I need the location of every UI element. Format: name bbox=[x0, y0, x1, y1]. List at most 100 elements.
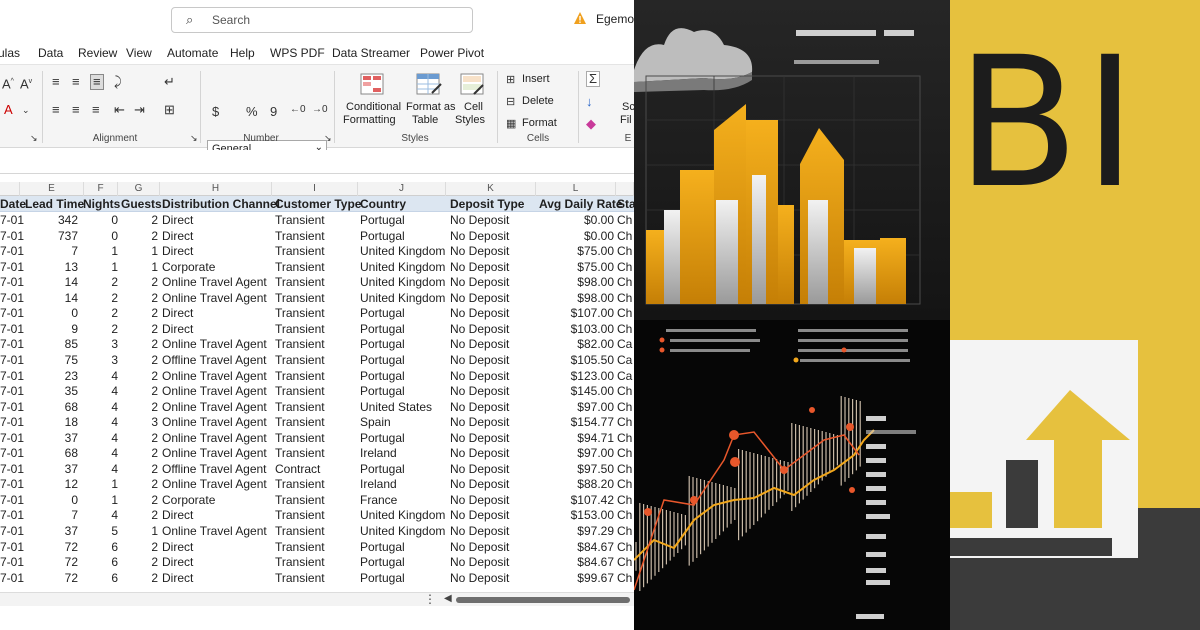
orientation-icon[interactable]: ⤸ bbox=[114, 75, 122, 89]
cell-customer-type[interactable]: Transient bbox=[275, 571, 355, 586]
cell-customer-type[interactable]: Transient bbox=[275, 275, 355, 290]
cell-guests[interactable]: 2 bbox=[118, 493, 158, 508]
cell-customer-type[interactable]: Transient bbox=[275, 229, 355, 244]
cell-distribution-channel[interactable]: Direct bbox=[162, 508, 272, 523]
cell-distribution-channel[interactable]: Online Travel Agent bbox=[162, 369, 272, 384]
cell-lead-time[interactable]: 12 bbox=[20, 477, 78, 492]
cell-lead-time[interactable]: 7 bbox=[20, 244, 78, 259]
decrease-decimal-icon[interactable]: →0 bbox=[312, 103, 328, 117]
cell-country[interactable]: Portugal bbox=[360, 462, 446, 477]
column-header[interactable]: L bbox=[536, 182, 616, 196]
cell-status[interactable]: Ch bbox=[617, 244, 634, 259]
format-as-table-label[interactable]: Table bbox=[412, 114, 438, 127]
delete-cells-label[interactable]: Delete bbox=[522, 95, 554, 108]
cell-date[interactable]: 7-01 bbox=[0, 369, 24, 384]
cell-guests[interactable]: 1 bbox=[118, 260, 158, 275]
cell-distribution-channel[interactable]: Online Travel Agent bbox=[162, 524, 272, 539]
more-options-icon[interactable]: ⋮ bbox=[424, 592, 436, 606]
cell-avg-daily-rate[interactable]: $99.67 bbox=[536, 571, 614, 586]
cell-distribution-channel[interactable]: Direct bbox=[162, 229, 272, 244]
cell-date[interactable]: 7-01 bbox=[0, 260, 24, 275]
cell-status[interactable]: Ch bbox=[617, 571, 634, 586]
header-deposit-type[interactable]: Deposit Type bbox=[450, 197, 524, 211]
cell-distribution-channel[interactable]: Online Travel Agent bbox=[162, 446, 272, 461]
cell-deposit-type[interactable]: No Deposit bbox=[450, 337, 536, 352]
dialog-launcher-icon[interactable]: ↘ bbox=[30, 131, 38, 145]
column-header[interactable]: J bbox=[358, 182, 446, 196]
conditional-formatting-label[interactable]: Formatting bbox=[343, 114, 396, 127]
table-row[interactable]: 7-01 85 3 2 Online Travel Agent Transient Port… bbox=[0, 337, 634, 353]
cell-date[interactable]: 7-01 bbox=[0, 353, 24, 368]
header-status[interactable]: Sta bbox=[617, 197, 634, 211]
header-date[interactable]: Date bbox=[0, 197, 26, 211]
cell-guests[interactable]: 2 bbox=[118, 462, 158, 477]
cell-nights[interactable]: 2 bbox=[84, 322, 118, 337]
cell-avg-daily-rate[interactable]: $82.00 bbox=[536, 337, 614, 352]
insert-cells-label[interactable]: Insert bbox=[522, 73, 550, 86]
chevron-down-icon[interactable]: ⌄ bbox=[22, 103, 30, 117]
table-row[interactable]: 7-01 37 4 2 Offline Travel Agent Contract Port… bbox=[0, 462, 634, 478]
cell-status[interactable]: Ch bbox=[617, 555, 634, 570]
cell-customer-type[interactable]: Transient bbox=[275, 306, 355, 321]
cell-status[interactable]: Ch bbox=[617, 229, 634, 244]
cell-deposit-type[interactable]: No Deposit bbox=[450, 571, 536, 586]
tab-data[interactable]: Data bbox=[38, 46, 63, 60]
cell-deposit-type[interactable]: No Deposit bbox=[450, 260, 536, 275]
font-color-icon[interactable]: A bbox=[4, 103, 13, 117]
cell-deposit-type[interactable]: No Deposit bbox=[450, 555, 536, 570]
format-cells-label[interactable]: Format bbox=[522, 117, 557, 130]
cell-lead-time[interactable]: 737 bbox=[20, 229, 78, 244]
scroll-left-icon[interactable]: ◀ bbox=[444, 593, 452, 604]
cell-customer-type[interactable]: Transient bbox=[275, 431, 355, 446]
cell-deposit-type[interactable]: No Deposit bbox=[450, 415, 536, 430]
header-customer-type[interactable]: Customer Type bbox=[275, 197, 361, 211]
cell-nights[interactable]: 4 bbox=[84, 431, 118, 446]
cell-avg-daily-rate[interactable]: $123.00 bbox=[536, 369, 614, 384]
cell-nights[interactable]: 6 bbox=[84, 555, 118, 570]
cell-lead-time[interactable]: 72 bbox=[20, 540, 78, 555]
currency-icon[interactable]: $ bbox=[212, 105, 219, 119]
cell-lead-time[interactable]: 342 bbox=[20, 213, 78, 228]
cell-date[interactable]: 7-01 bbox=[0, 400, 24, 415]
cell-guests[interactable]: 2 bbox=[118, 275, 158, 290]
cell-status[interactable]: Ch bbox=[617, 508, 634, 523]
cell-guests[interactable]: 2 bbox=[118, 229, 158, 244]
increase-indent-icon[interactable]: ⇥ bbox=[134, 103, 145, 117]
cell-avg-daily-rate[interactable]: $97.50 bbox=[536, 462, 614, 477]
tab-power-pivot[interactable]: Power Pivot bbox=[420, 46, 484, 60]
cell-avg-daily-rate[interactable]: $97.00 bbox=[536, 400, 614, 415]
column-header[interactable] bbox=[0, 182, 20, 196]
cell-styles-icon[interactable] bbox=[460, 73, 484, 95]
cell-date[interactable]: 7-01 bbox=[0, 275, 24, 290]
cell-nights[interactable]: 4 bbox=[84, 384, 118, 399]
cell-customer-type[interactable]: Transient bbox=[275, 244, 355, 259]
cell-nights[interactable]: 2 bbox=[84, 306, 118, 321]
cell-deposit-type[interactable]: No Deposit bbox=[450, 322, 536, 337]
cell-country[interactable]: United Kingdom bbox=[360, 291, 446, 306]
cell-guests[interactable]: 2 bbox=[118, 508, 158, 523]
cell-customer-type[interactable]: Transient bbox=[275, 508, 355, 523]
cell-country[interactable]: United Kingdom bbox=[360, 508, 446, 523]
cell-date[interactable]: 7-01 bbox=[0, 415, 24, 430]
conditional-formatting-icon[interactable] bbox=[360, 73, 384, 95]
cell-date[interactable]: 7-01 bbox=[0, 462, 24, 477]
cell-deposit-type[interactable]: No Deposit bbox=[450, 400, 536, 415]
cell-avg-daily-rate[interactable]: $97.29 bbox=[536, 524, 614, 539]
percent-icon[interactable]: % bbox=[246, 105, 258, 119]
cell-date[interactable]: 7-01 bbox=[0, 306, 24, 321]
cell-guests[interactable]: 1 bbox=[118, 244, 158, 259]
cell-nights[interactable]: 6 bbox=[84, 571, 118, 586]
cell-deposit-type[interactable]: No Deposit bbox=[450, 369, 536, 384]
cell-status[interactable]: Ch bbox=[617, 524, 634, 539]
cell-status[interactable]: Ch bbox=[617, 306, 634, 321]
cell-distribution-channel[interactable]: Online Travel Agent bbox=[162, 337, 272, 352]
cell-guests[interactable]: 2 bbox=[118, 446, 158, 461]
cell-status[interactable]: Ch bbox=[617, 260, 634, 275]
cell-country[interactable]: Portugal bbox=[360, 431, 446, 446]
cell-guests[interactable]: 2 bbox=[118, 353, 158, 368]
cell-distribution-channel[interactable]: Online Travel Agent bbox=[162, 275, 272, 290]
table-row[interactable]: 7-01 13 1 1 Corporate Transient United Kingdom… bbox=[0, 260, 634, 276]
sort-filter-label[interactable]: Sc bbox=[622, 101, 634, 114]
font-decrease-icon[interactable]: Av bbox=[20, 75, 32, 91]
cell-distribution-channel[interactable]: Online Travel Agent bbox=[162, 477, 272, 492]
